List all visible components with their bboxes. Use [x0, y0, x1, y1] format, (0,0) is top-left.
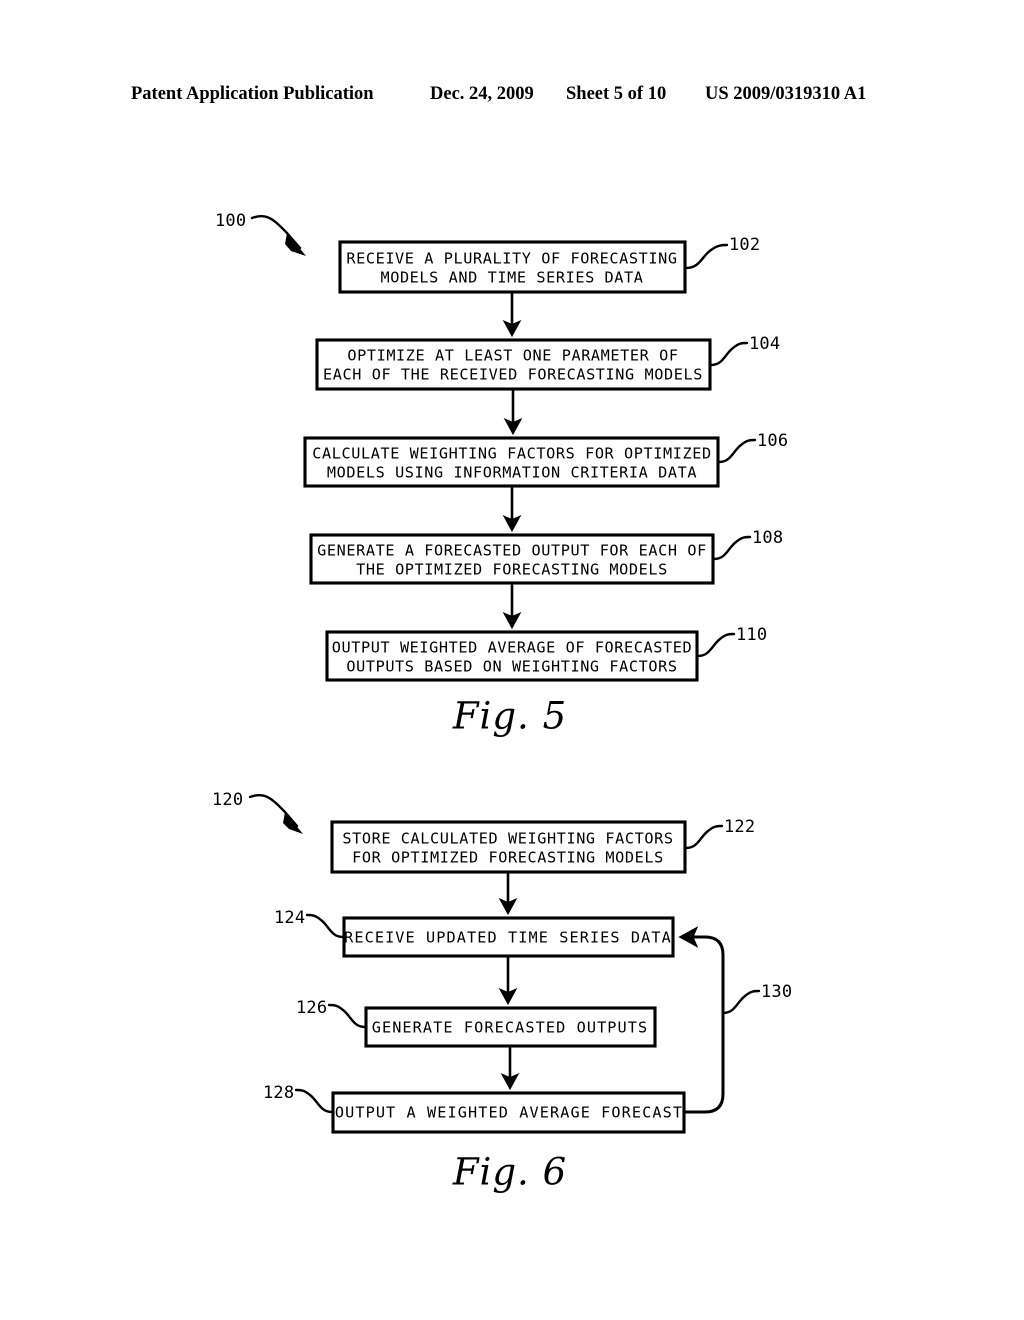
flow-box-106-callout: 106 — [717, 431, 788, 464]
flow-box-122[interactable]: STORE CALCULATED WEIGHTING FACTORS FOR O… — [330, 820, 687, 874]
flow-box-106-line1: CALCULATE WEIGHTING FACTORS FOR OPTIMIZE… — [312, 445, 712, 463]
flow-box-122-leader — [684, 824, 724, 850]
flow-box-104[interactable]: OPTIMIZE AT LEAST ONE PARAMETER OF EACH … — [315, 338, 712, 391]
flow-box-122-ref: 122 — [724, 817, 755, 837]
flow-box-122-line1: STORE CALCULATED WEIGHTING FACTORS — [342, 830, 673, 848]
flow-box-128-line1: OUTPUT A WEIGHTED AVERAGE FORECAST — [335, 1104, 683, 1122]
flow-box-110-line1: OUTPUT WEIGHTED AVERAGE OF FORECASTED — [332, 639, 693, 657]
flow-box-104-leader — [709, 341, 749, 367]
flow-box-108-line1: GENERATE A FORECASTED OUTPUT FOR EACH OF — [317, 542, 707, 560]
flow-box-108-line2: THE OPTIMIZED FORECASTING MODELS — [356, 561, 668, 579]
feedback-loop-130-callout: 130 — [721, 982, 792, 1015]
flow-box-124-callout: 124 — [274, 908, 345, 939]
flow-box-126[interactable]: GENERATE FORECASTED OUTPUTS — [364, 1006, 657, 1048]
flow-box-104-line1: OPTIMIZE AT LEAST ONE PARAMETER OF — [347, 347, 678, 365]
figure-5-ref-label: 100 — [215, 211, 246, 231]
flow-box-124[interactable]: RECEIVE UPDATED TIME SERIES DATA — [342, 916, 675, 958]
flow-box-102-callout: 102 — [684, 235, 760, 270]
figures-container: 100 RECEIVE A PLURALITY OF FORECASTING M… — [0, 0, 1024, 1320]
flow-box-102-line1: RECEIVE A PLURALITY OF FORECASTING — [346, 250, 677, 268]
flow-box-108-ref: 108 — [752, 528, 783, 548]
flow-box-126-line1: GENERATE FORECASTED OUTPUTS — [372, 1019, 649, 1037]
flow-box-104-callout: 104 — [709, 334, 780, 367]
flow-box-110-ref: 110 — [736, 625, 767, 645]
flow-box-106-ref: 106 — [757, 431, 788, 451]
flow-box-128-leader — [294, 1088, 334, 1114]
flow-box-102-leader — [684, 243, 729, 270]
figure-6-ref-label: 120 — [212, 790, 243, 810]
figure-5: 100 RECEIVE A PLURALITY OF FORECASTING M… — [215, 211, 788, 738]
flow-box-126-callout: 126 — [296, 998, 367, 1029]
flow-box-110-callout: 110 — [696, 625, 767, 658]
feedback-loop-130 — [678, 926, 725, 1114]
flow-box-106-leader — [717, 438, 757, 464]
flow-box-128[interactable]: OUTPUT A WEIGHTED AVERAGE FORECAST — [331, 1091, 686, 1134]
flow-box-104-ref: 104 — [749, 334, 780, 354]
flow-box-108-callout: 108 — [712, 528, 783, 561]
figure-5-ref-arrowhead — [285, 233, 306, 256]
figure-5-ref-callout: 100 — [215, 211, 306, 256]
flow-box-126-ref: 126 — [296, 998, 327, 1018]
patent-page: Patent Application Publication Dec. 24, … — [0, 0, 1024, 1320]
feedback-loop-130-ref: 130 — [761, 982, 792, 1002]
flow-box-110-line2: OUTPUTS BASED ON WEIGHTING FACTORS — [346, 658, 677, 676]
flow-box-102[interactable]: RECEIVE A PLURALITY OF FORECASTING MODEL… — [338, 240, 687, 294]
flow-box-122-line2: FOR OPTIMIZED FORECASTING MODELS — [352, 849, 664, 867]
flow-box-128-callout: 128 — [263, 1083, 334, 1114]
flow-box-128-ref: 128 — [263, 1083, 294, 1103]
flow-box-124-ref: 124 — [274, 908, 305, 928]
figure-6: 120 STORE CALCULATED WEIGHTING FACTORS F… — [212, 790, 792, 1194]
flow-box-106[interactable]: CALCULATE WEIGHTING FACTORS FOR OPTIMIZE… — [303, 436, 720, 488]
flow-box-106-line2: MODELS USING INFORMATION CRITERIA DATA — [327, 464, 697, 482]
feedback-loop-130-leader — [721, 989, 761, 1015]
flow-box-102-line2: MODELS AND TIME SERIES DATA — [380, 269, 643, 287]
flow-box-102-ref: 102 — [729, 235, 760, 255]
flow-box-126-leader — [327, 1003, 367, 1029]
flow-box-124-line1: RECEIVE UPDATED TIME SERIES DATA — [344, 929, 672, 947]
figure-5-caption: Fig. 5 — [452, 695, 567, 738]
figure-6-ref-callout: 120 — [212, 790, 303, 834]
flow-box-110-leader — [696, 632, 736, 658]
flow-box-110[interactable]: OUTPUT WEIGHTED AVERAGE OF FORECASTED OU… — [325, 630, 699, 682]
flow-box-104-line2: EACH OF THE RECEIVED FORECASTING MODELS — [323, 366, 703, 384]
figure-6-ref-arrowhead — [283, 812, 303, 834]
flow-box-122-callout: 122 — [684, 817, 755, 850]
flow-box-108-leader — [712, 535, 752, 561]
figure-6-caption: Fig. 6 — [452, 1151, 567, 1194]
flow-box-124-leader — [305, 913, 345, 939]
flow-box-108[interactable]: GENERATE A FORECASTED OUTPUT FOR EACH OF… — [309, 533, 715, 585]
